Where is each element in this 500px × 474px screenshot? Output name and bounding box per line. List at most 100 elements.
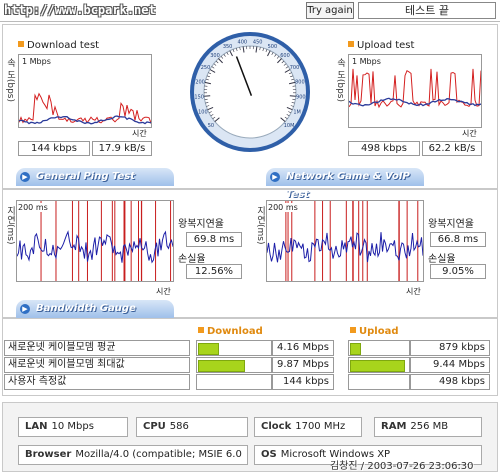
ping-loss-value: 12.56% [186,264,242,279]
ping-xlabel: 시간 [156,287,171,296]
upload-scale: 1 Mbps [352,57,381,66]
upload-kbps: 498 kbps [348,141,420,156]
site-url: http://www.bcpark.net [4,3,156,17]
download-bar-value: 9.87 Mbps [272,357,334,373]
ping-loss-label: 손실율 [178,254,206,265]
lan-value: 10 Mbps [51,421,94,432]
ping-banner-text: General Ping Test [36,171,136,182]
bandwidth-row-label: 사용자 측정값 [4,374,190,390]
download-bar-fill [198,360,245,372]
gauge-tick-label: 10M [284,123,295,129]
clock-label: Clock [261,421,292,432]
download-bar-track [196,374,272,390]
ping-graph [16,200,174,282]
game-graph [266,200,424,282]
gauge-tick-label: 700 [290,65,300,71]
game-scale: 200 ms [268,203,298,212]
clock-info: Clock 1700 MHz [254,417,362,437]
network-game-test-banner[interactable]: ▶ Network Game & VoIP Test [266,168,424,200]
bullet-icon [348,41,354,47]
browser-label: Browser [25,449,72,460]
gauge-tick-label: 800 [295,79,305,85]
gauge-tick-label: 450 [253,40,263,46]
gauge-tick [204,95,211,97]
upload-bar-fill [350,343,361,355]
download-header-text: Download [207,326,263,337]
gauge-tick-label: 500 [268,44,278,50]
download-ylabel: 속 도(bps) [5,58,15,102]
gauge-tick [289,95,296,97]
upload-bar-track [348,374,410,390]
browser-value: Mozilla/4.0 (compatible; MSIE 6.0 [75,449,242,460]
download-bar-value: 4.16 Mbps [272,340,334,356]
upload-title-text: Upload test [357,40,415,51]
upload-xlabel: 시간 [462,129,477,138]
bullet-icon [350,327,356,333]
cpu-value: 586 [169,421,189,432]
download-bar-value: 144 kbps [272,374,334,390]
download-bar-track [196,340,272,356]
gauge-tick-label: 250 [201,65,211,71]
speed-gauge: 50 100 150 200 250 300350 400 450 500600700 800 90… [190,32,310,152]
game-loss-value: 9.05% [430,264,486,279]
ping-chart-svg [17,201,173,281]
os-label: OS [261,449,277,460]
blue-trace [349,97,481,107]
arrow-icon: ▶ [270,172,280,182]
upload-bar-track [348,357,410,373]
test-end-status: 테스트 끝 [358,2,496,19]
gauge-tick-label: 1M [293,110,301,116]
bandwidth-gauge-banner[interactable]: ▶ Bandwidth Gauge [16,300,174,318]
upload-ylabel: 속 도(bps) [335,58,345,102]
gauge-tick-label: 300 [210,53,220,59]
download-test-title: Download test [18,40,99,51]
bandwidth-upload-header: Upload [350,326,398,337]
gauge-tick-label: 350 [223,44,233,50]
general-ping-test-banner[interactable]: ▶ General Ping Test [16,168,174,186]
upload-test-title: Upload test [348,40,414,51]
bandwidth-download-header: Download [198,326,263,337]
download-title-text: Download test [27,40,100,51]
arrow-icon: ▶ [20,304,30,314]
bandwidth-row-label: 새로운넷 케이블모뎀 최대값 [4,357,190,373]
upload-bar-fill [350,360,406,372]
bullet-icon [198,327,204,333]
gauge-tick-label: 50 [208,123,214,129]
download-bar-track [196,357,272,373]
game-latency-value: 66.8 ms [430,232,486,247]
game-latency-label: 왕복지연율 [428,219,474,230]
upload-bar-value: 879 kbps [410,340,490,356]
gauge-tick-label: 100 [198,110,208,116]
gauge-tick-label: 400 [238,40,248,46]
gauge-tick-label: 900 [296,95,306,101]
bandwidth-row-label: 새로운넷 케이블모뎀 평균 [4,340,190,356]
latency-trace [267,232,423,263]
gauge-tick-label: 600 [280,53,290,59]
download-kbps: 144 kbps [18,141,90,156]
ram-label: RAM [381,421,407,432]
download-kBs: 17.9 kB/s [92,141,152,156]
cpu-info: CPU 586 [136,417,248,437]
gauge-tick-label: 150 [194,95,204,101]
ping-scale: 200 ms [18,203,48,212]
try-again-button[interactable]: Try again [306,2,354,19]
browser-info: Browser Mozilla/4.0 (compatible; MSIE 6.0 [18,445,248,465]
ram-value: 256 MB [410,421,449,432]
red-trace [19,92,151,125]
upload-bar-track [348,340,410,356]
upload-kBs: 62.2 kB/s [422,141,482,156]
bandwidth-banner-text: Bandwidth Gauge [36,303,136,314]
game-chart-svg [267,201,423,281]
clock-value: 1700 MHz [295,421,346,432]
watermark-signature: 김창진 / 2003-07-26 23:06:30 [330,461,474,472]
upload-bar-value: 498 kbps [410,374,490,390]
bullet-icon [18,41,24,47]
download-bar-fill [198,343,219,355]
lan-label: LAN [25,421,48,432]
ram-info: RAM 256 MB [374,417,482,437]
cpu-label: CPU [143,421,166,432]
gauge-tick-label: 200 [195,79,205,85]
game-xlabel: 시간 [406,287,421,296]
upload-header-text: Upload [359,326,399,337]
game-loss-label: 손실율 [428,254,456,265]
